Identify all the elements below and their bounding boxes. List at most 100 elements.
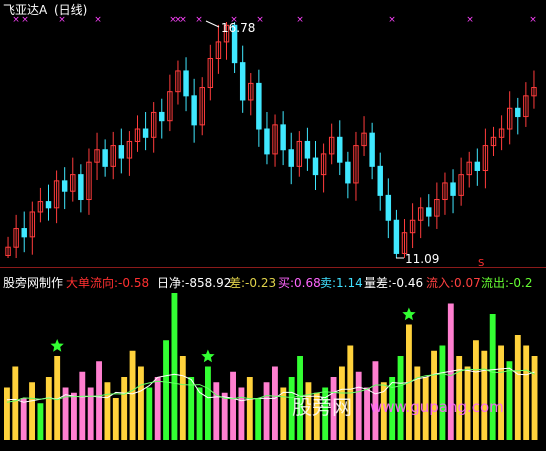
flow-bar bbox=[439, 345, 446, 440]
flow-bar bbox=[523, 345, 530, 440]
candle-body bbox=[264, 128, 270, 155]
flow-bar bbox=[498, 345, 504, 440]
candle-body bbox=[239, 62, 246, 101]
candle-body bbox=[426, 207, 432, 217]
sell-mark: × bbox=[388, 15, 396, 25]
flow-bar bbox=[20, 398, 27, 440]
candle-body bbox=[256, 82, 262, 130]
flow-bar bbox=[179, 356, 186, 440]
flow-bar bbox=[221, 392, 228, 440]
candle-body bbox=[304, 140, 311, 159]
svg-text:16.78: 16.78 bbox=[221, 21, 255, 35]
sell-mark: × bbox=[256, 15, 264, 25]
flow-bar bbox=[531, 356, 538, 440]
flow-bar bbox=[238, 387, 245, 440]
flow-bar bbox=[29, 382, 35, 440]
flow-bar bbox=[213, 382, 220, 440]
indicator-field: 日净:-858.92 bbox=[157, 276, 231, 290]
flow-bar bbox=[188, 377, 195, 440]
flow-bar bbox=[205, 366, 211, 440]
candle-body bbox=[369, 132, 375, 167]
candle-body bbox=[385, 194, 392, 221]
candle-body bbox=[142, 128, 149, 138]
flow-bars bbox=[4, 293, 538, 440]
flow-bar bbox=[355, 371, 362, 440]
flow-bar bbox=[255, 398, 262, 440]
candle-body bbox=[345, 161, 351, 184]
flow-bar bbox=[4, 387, 10, 440]
indicator-field: 流入:0.07 bbox=[426, 276, 481, 290]
sell-signal-label: S bbox=[478, 258, 484, 269]
candle-body bbox=[118, 145, 125, 159]
indicator-field: 流出:-0.2 bbox=[481, 276, 532, 290]
flow-bar bbox=[431, 350, 437, 440]
flow-bar bbox=[146, 387, 153, 440]
sell-mark: × bbox=[94, 15, 102, 25]
indicator-header: 股旁网制作 大单流向:-0.58 日净:-858.92差:-0.23 买:0.68 卖… bbox=[3, 275, 532, 290]
signal-marks: × × × × ××× × × × × × × × bbox=[12, 15, 537, 25]
candle-body bbox=[191, 95, 197, 126]
signal-stars bbox=[50, 307, 416, 363]
candle-body bbox=[393, 219, 400, 254]
flow-bar bbox=[473, 340, 479, 440]
flow-bar bbox=[272, 366, 278, 440]
flow-bar bbox=[280, 387, 287, 440]
sell-mark: × bbox=[466, 15, 474, 25]
flow-bar bbox=[12, 366, 19, 440]
flow-bar bbox=[138, 366, 144, 440]
flow-bar bbox=[45, 377, 52, 440]
signal-star bbox=[50, 339, 64, 352]
signal-star bbox=[402, 307, 416, 321]
chart-canvas: 飞亚达A (日线) × × × × ××× × × × × × × × 16.78 11.09 S 股… bbox=[0, 3, 546, 440]
candle-body bbox=[312, 157, 319, 176]
flow-bar bbox=[506, 361, 513, 440]
sell-mark: × bbox=[179, 15, 187, 25]
indicator-field: 大单流向:-0.58 bbox=[66, 275, 149, 290]
candle-body bbox=[515, 107, 521, 118]
flow-bar bbox=[163, 340, 169, 440]
flow-bar bbox=[79, 371, 86, 440]
flow-bar bbox=[37, 403, 44, 440]
flow-bar bbox=[71, 392, 77, 440]
watermark-cn: 股旁网 bbox=[292, 395, 352, 419]
flow-bar bbox=[171, 293, 178, 440]
indicator-name: 股旁网制作 bbox=[3, 275, 63, 290]
flow-bar bbox=[246, 377, 253, 440]
candle-body bbox=[61, 180, 68, 192]
candle-body bbox=[280, 124, 286, 151]
candle-body bbox=[21, 228, 27, 238]
flow-bar bbox=[489, 314, 496, 440]
indicator-field: 量差:-0.46 bbox=[364, 276, 423, 290]
stock-chart: 飞亚达A (日线) × × × × × × × × × × × × × × 16.78 11.09 S 股… bbox=[0, 0, 546, 447]
sell-mark: × bbox=[529, 15, 537, 25]
sell-mark: × bbox=[21, 15, 29, 25]
flow-bar bbox=[87, 387, 94, 440]
candle-body bbox=[183, 70, 189, 97]
flow-bar bbox=[481, 350, 488, 440]
indicator-field: 差:-0.23 bbox=[229, 276, 276, 290]
candle-body bbox=[337, 136, 343, 163]
flow-bar bbox=[112, 398, 119, 440]
watermark-en: www.gupang.com bbox=[370, 398, 504, 416]
flow-bar bbox=[196, 387, 203, 440]
candle-body bbox=[102, 149, 108, 167]
flow-bar bbox=[263, 382, 270, 440]
high-marker: 16.78 bbox=[205, 20, 255, 35]
candle-body bbox=[377, 165, 383, 196]
candle-body bbox=[78, 174, 84, 201]
svg-text:11.09: 11.09 bbox=[405, 252, 439, 266]
candle-body bbox=[288, 149, 294, 167]
sell-mark: × bbox=[58, 15, 66, 25]
sell-mark: × bbox=[195, 15, 203, 25]
low-marker: 11.09 bbox=[396, 252, 439, 266]
candlestick-series bbox=[5, 22, 537, 258]
candle-body bbox=[45, 201, 52, 209]
sell-mark: × bbox=[12, 15, 20, 25]
flow-bar bbox=[514, 335, 521, 440]
flow-bar bbox=[96, 361, 102, 440]
flow-bar bbox=[121, 377, 128, 440]
candle-body bbox=[474, 161, 481, 171]
sell-mark: × bbox=[296, 15, 304, 25]
flow-bar bbox=[154, 377, 161, 440]
indicator-field: 买:0.68 bbox=[278, 276, 321, 290]
